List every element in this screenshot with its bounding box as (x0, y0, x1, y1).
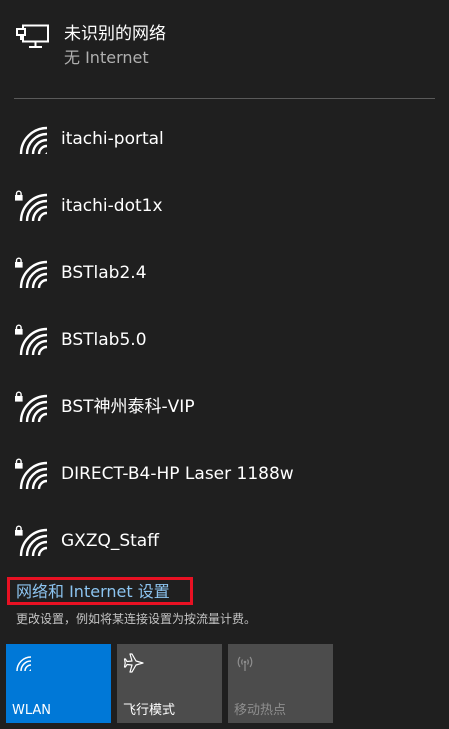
ethernet-icon (16, 24, 49, 48)
network-item[interactable]: itachi-dot1x (0, 176, 449, 236)
mobile-hotspot-label: 移动热点 (234, 703, 287, 718)
airplane-icon (123, 653, 144, 673)
network-settings-link[interactable]: 网络和 Internet 设置 (7, 577, 193, 605)
network-name: GXZQ_Staff (61, 531, 159, 551)
network-name: itachi-portal (61, 129, 164, 149)
mobile-hotspot-toggle[interactable]: 移动热点 (228, 644, 333, 723)
network-name: BSTlab5.0 (61, 330, 147, 350)
wifi-icon (16, 656, 32, 672)
network-settings-link-label[interactable]: 网络和 Internet 设置 (16, 581, 170, 603)
secured-wifi-icon (14, 190, 48, 222)
settings-description: 更改设置，例如将某连接设置为按流量计费。 (16, 612, 257, 626)
airplane-mode-label: 飞行模式 (123, 703, 176, 718)
network-item[interactable]: BST神州泰科-VIP (0, 377, 449, 437)
current-network[interactable]: 未识别的网络 无 Internet (0, 14, 449, 74)
current-network-status: 无 Internet (64, 48, 149, 67)
wlan-label: WLAN (12, 703, 52, 718)
airplane-mode-toggle[interactable]: 飞行模式 (117, 644, 222, 723)
secured-wifi-icon (14, 257, 48, 289)
network-item[interactable]: GXZQ_Staff (0, 511, 449, 571)
secured-wifi-icon (14, 324, 48, 356)
hotspot-icon (237, 656, 253, 671)
network-item[interactable]: itachi-portal (0, 109, 449, 169)
network-item[interactable]: BSTlab2.4 (0, 243, 449, 303)
secured-wifi-icon (14, 391, 48, 423)
current-network-name: 未识别的网络 (64, 24, 166, 44)
secured-wifi-icon (14, 525, 48, 557)
divider (14, 98, 435, 99)
network-name: DIRECT-B4-HP Laser 1188w (61, 464, 294, 484)
network-name: itachi-dot1x (61, 196, 163, 216)
wifi-signal-icon (19, 126, 48, 155)
network-flyout: 未识别的网络 无 Internet itachi-portal itachi-d… (0, 0, 449, 729)
wlan-toggle[interactable]: WLAN (6, 644, 111, 723)
network-name: BST神州泰科-VIP (61, 397, 195, 417)
network-item[interactable]: BSTlab5.0 (0, 310, 449, 370)
network-item[interactable]: DIRECT-B4-HP Laser 1188w (0, 444, 449, 504)
secured-wifi-icon (14, 458, 48, 490)
network-name: BSTlab2.4 (61, 263, 147, 283)
